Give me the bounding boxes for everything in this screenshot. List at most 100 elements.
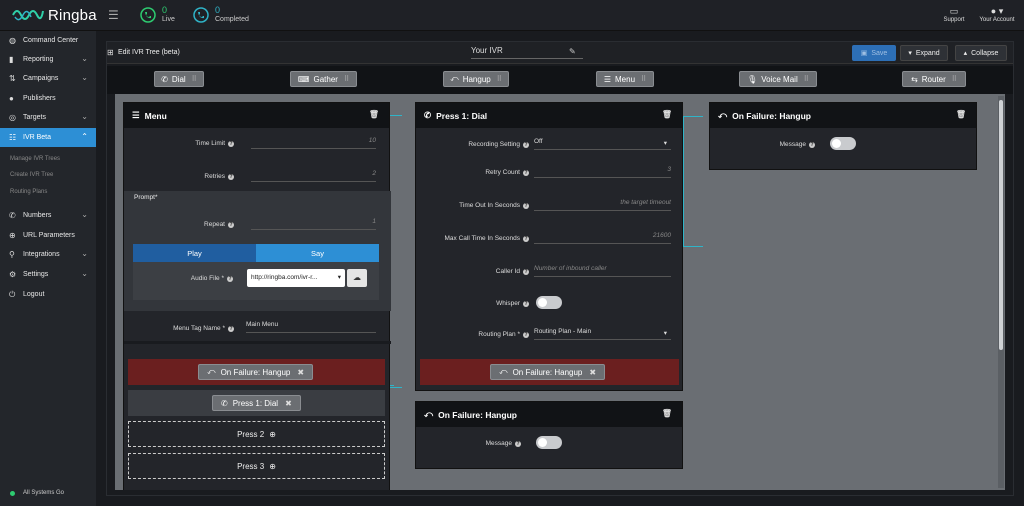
timeout-input[interactable]: the target timeout — [534, 199, 671, 211]
tree-name-input[interactable]: Your IVR — [471, 46, 583, 59]
sidebar-item-label: Campaigns — [23, 75, 59, 82]
sidebar-item-ivr-beta[interactable]: ☷ IVR Beta ⌃ — [0, 128, 96, 147]
page-title: Edit IVR Tree (beta) — [118, 49, 180, 56]
node-toolbar: ✆ Dial ⠿ ⌨ Gather ⠿ ⤺ Hangup ⠿ ☰ Menu ⠿ 🎙 Voice M… — [107, 66, 1013, 94]
tool-label: Voice Mail — [761, 74, 798, 84]
retry-count-input[interactable]: 3 — [534, 166, 671, 178]
press1-slot: ✆ Press 1: Dial ✖ — [128, 390, 385, 416]
users-icon: ● — [9, 94, 14, 103]
plus-circle-icon: ⊕ — [269, 429, 276, 439]
recording-setting-select[interactable]: Off ▾ — [534, 138, 671, 150]
sidebar-item-command-center[interactable]: ◍ Command Center — [0, 31, 96, 50]
press3-slot[interactable]: Press 3 ⊕ — [128, 453, 385, 479]
tab-play[interactable]: Play — [133, 244, 256, 262]
sidebar-item-campaigns[interactable]: ⇅ Campaigns ⌄ — [0, 69, 96, 88]
repeat-input[interactable]: 1 — [251, 218, 376, 230]
chevron-up-icon: ⌃ — [81, 132, 88, 141]
editor-header: ⊞ Edit IVR Tree (beta) Your IVR ✎ ▣ Save … — [107, 42, 1013, 64]
routing-plan-label: Routing Plan *? — [478, 331, 529, 338]
plug-icon: ⚲ — [9, 250, 15, 259]
sidebar: ◍ Command Center ▮ Reporting ⌄ ⇅ Campaigns ⌄ … — [0, 31, 96, 506]
max-call-time-label: Max Call Time In Seconds? — [444, 235, 529, 242]
ringba-logo[interactable]: Ringba — [12, 5, 97, 25]
subitem-routing-plans[interactable]: Routing Plans — [10, 189, 47, 195]
menu-tag-input[interactable]: Main Menu — [246, 321, 376, 333]
hangup-icon: ⤺ — [207, 367, 216, 376]
retries-input[interactable]: 2 — [251, 170, 376, 182]
audio-file-label: Audio File *? — [190, 275, 233, 282]
tool-voice-mail[interactable]: 🎙 Voice Mail ⠿ — [739, 71, 817, 87]
sidebar-item-url-parameters[interactable]: ⊕ URL Parameters — [0, 226, 96, 245]
time-limit-input[interactable]: 10 — [251, 137, 376, 149]
message-toggle[interactable] — [830, 137, 856, 150]
power-icon: ⏻ — [9, 289, 16, 299]
hangup-icon: ⤺ — [450, 74, 459, 83]
whisper-toggle[interactable] — [536, 296, 562, 309]
support-button[interactable]: ▭ Support — [940, 6, 968, 23]
dial-failure-slot: ⤺ On Failure: Hangup ✖ — [420, 359, 679, 385]
vertical-scrollbar[interactable] — [998, 96, 1004, 488]
help-icon: ? — [809, 142, 815, 148]
sidebar-item-reporting[interactable]: ▮ Reporting ⌄ — [0, 50, 96, 69]
sidebar-item-publishers[interactable]: ● Publishers — [0, 89, 96, 108]
sidebar-item-logout[interactable]: ⏻ Logout — [0, 285, 96, 304]
tree-icon: ⊞ — [107, 48, 114, 57]
node-title: On Failure: Hangup — [438, 409, 517, 420]
subitem-manage-ivr-trees[interactable]: Manage IVR Trees — [10, 156, 60, 162]
max-call-time-input[interactable]: 21600 — [534, 232, 671, 244]
help-icon: ? — [523, 170, 529, 176]
collapse-button[interactable]: ▴ Collapse — [955, 45, 1007, 61]
help-icon: ? — [523, 269, 529, 275]
menu-toggle-icon[interactable]: ☰ — [108, 8, 119, 22]
press2-slot[interactable]: Press 2 ⊕ — [128, 421, 385, 447]
trash-icon[interactable]: 🗑 — [956, 110, 966, 119]
tool-label: Menu — [615, 74, 636, 84]
sidebar-item-label: Targets — [23, 114, 46, 121]
routing-plan-select[interactable]: Routing Plan - Main ▾ — [534, 328, 671, 340]
close-icon[interactable]: ✖ — [285, 399, 292, 408]
hangup-node-header: ⤺ On Failure: Hangup 🗑 — [710, 103, 976, 128]
prompt-label: Prompt* — [134, 194, 158, 201]
caller-id-input[interactable]: Number of inbound caller — [534, 265, 671, 277]
trash-icon[interactable]: 🗑 — [662, 110, 672, 119]
divider — [124, 341, 391, 344]
upload-cloud-icon[interactable]: ☁ — [347, 269, 367, 287]
phone-icon: ✆ — [221, 398, 228, 408]
save-button[interactable]: ▣ Save — [852, 45, 896, 61]
tree-canvas[interactable]: ☰ Menu 🗑 Time Limit? 10 Retries? 2 Prompt*… — [115, 94, 1005, 490]
sidebar-item-integrations[interactable]: ⚲ Integrations ⌄ — [0, 245, 96, 264]
help-icon: ? — [228, 326, 234, 332]
live-calls-indicator[interactable]: 0 Live — [140, 5, 175, 25]
ringba-logo-icon — [12, 10, 44, 21]
message-toggle[interactable] — [536, 436, 562, 449]
save-label: Save — [871, 49, 888, 57]
trash-icon[interactable]: 🗑 — [662, 409, 672, 418]
tool-hangup[interactable]: ⤺ Hangup ⠿ — [443, 71, 509, 87]
link-icon: ⊕ — [9, 231, 16, 240]
tool-router[interactable]: ⇆ Router ⠿ — [902, 71, 966, 87]
tool-menu[interactable]: ☰ Menu ⠿ — [596, 71, 654, 87]
completed-calls-indicator[interactable]: 0 Completed — [193, 5, 249, 25]
help-icon: ? — [227, 276, 233, 282]
sidebar-item-targets[interactable]: ◎ Targets ⌄ — [0, 108, 96, 127]
tab-say[interactable]: Say — [256, 244, 379, 262]
close-icon[interactable]: ✖ — [297, 368, 304, 377]
pencil-icon[interactable]: ✎ — [569, 47, 576, 56]
dial-failure-chip[interactable]: ⤺ On Failure: Hangup ✖ — [490, 364, 606, 380]
caret-down-icon: ▾ — [663, 140, 667, 147]
press1-chip[interactable]: ✆ Press 1: Dial ✖ — [212, 395, 301, 411]
account-button[interactable]: ● ▾ Your Account — [978, 6, 1016, 23]
trash-icon[interactable]: 🗑 — [369, 110, 379, 119]
subitem-create-ivr-tree[interactable]: Create IVR Tree — [10, 172, 53, 178]
expand-button[interactable]: ▾ Expand — [900, 45, 948, 61]
audio-file-select[interactable]: http://ringba.com/ivr-r... ▾ — [247, 269, 345, 287]
hangup-node-card-1: ⤺ On Failure: Hangup 🗑 Message? — [709, 102, 977, 170]
sidebar-item-settings[interactable]: ⚙ Settings ⌄ — [0, 265, 96, 284]
tool-gather[interactable]: ⌨ Gather ⠿ — [290, 71, 357, 87]
scrollbar-thumb[interactable] — [999, 100, 1003, 350]
failure-chip[interactable]: ⤺ On Failure: Hangup ✖ — [198, 364, 314, 380]
tool-dial[interactable]: ✆ Dial ⠿ — [154, 71, 204, 87]
help-icon: ? — [228, 141, 234, 147]
close-icon[interactable]: ✖ — [589, 368, 596, 377]
sidebar-item-numbers[interactable]: ✆ Numbers ⌄ — [0, 206, 96, 225]
